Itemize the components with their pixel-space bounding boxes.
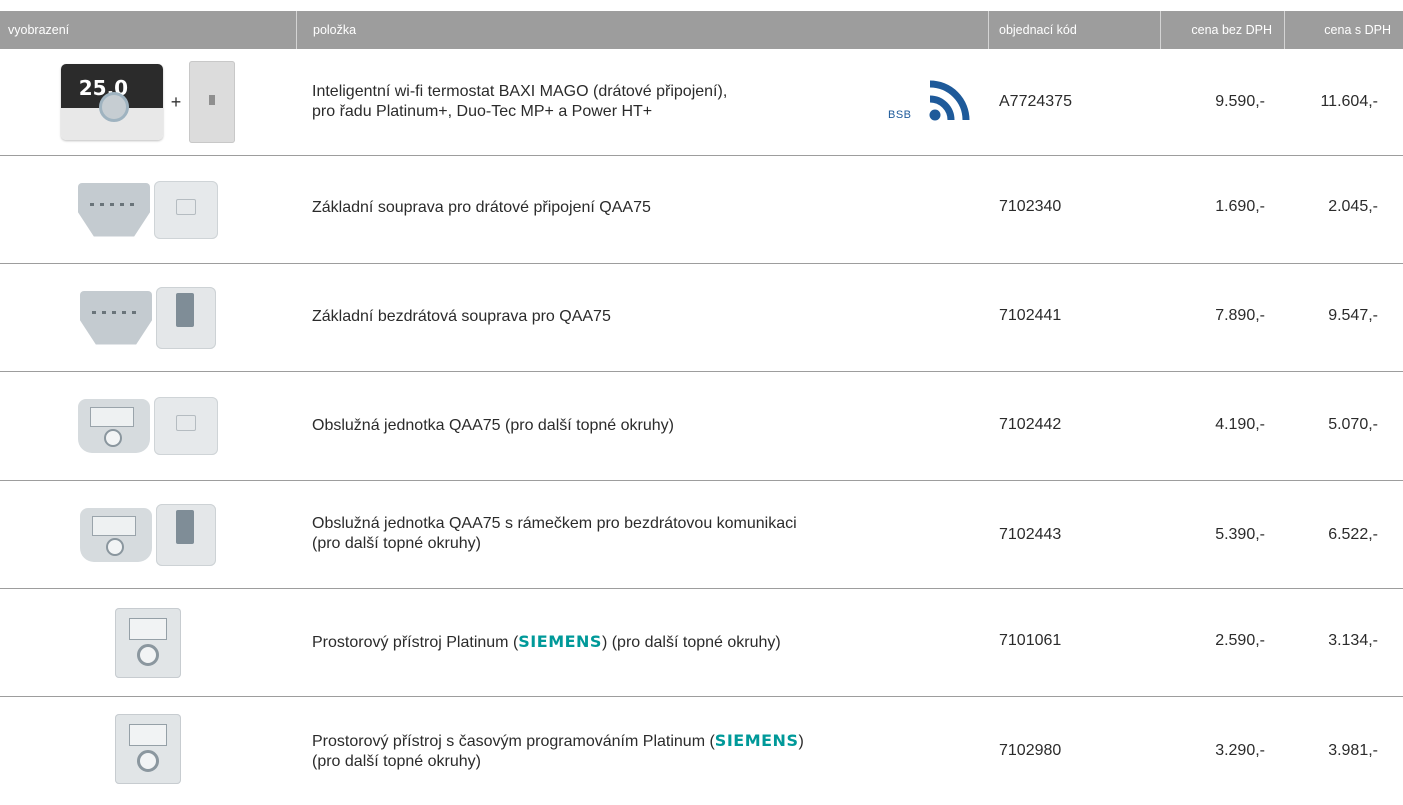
price-gross: 3.134,- (1328, 632, 1378, 649)
item-description: Obslužná jednotka QAA75 s rámečkem pro b… (312, 515, 797, 552)
control-unit-image (78, 399, 150, 453)
product-image (0, 156, 296, 263)
price-net: 7.890,- (1215, 307, 1265, 324)
wired-base-image (80, 290, 152, 345)
order-code: 7101061 (999, 632, 1062, 649)
price-gross: 11.604,- (1320, 93, 1378, 110)
table-row: Prostorový přístroj s časovým programová… (0, 697, 1403, 805)
siemens-logo: SIEMENS (714, 731, 799, 750)
siemens-logo: SIEMENS (518, 632, 602, 651)
plus-sign: + (170, 91, 182, 112)
table-row: Obslužná jednotka QAA75 (pro další topné… (0, 372, 1403, 480)
wired-base-image (78, 182, 150, 237)
order-code: 7102980 (999, 742, 1062, 759)
price-net: 3.290,- (1215, 742, 1265, 759)
item-description: Obslužná jednotka QAA75 (pro další topné… (312, 417, 674, 434)
price-net: 9.590,- (1215, 93, 1265, 110)
column-header-item: položka (296, 11, 988, 49)
price-gross: 2.045,- (1328, 198, 1378, 215)
bsb-label: BSB (888, 109, 912, 121)
product-image (0, 589, 296, 696)
table-row: Prostorový přístroj Platinum (SIEMENS) (… (0, 589, 1403, 696)
wall-plate-image (154, 180, 218, 239)
column-header-image: vyobrazení (8, 23, 70, 37)
column-header-code: objednací kód (988, 11, 1160, 49)
order-code: A7724375 (999, 93, 1072, 110)
item-description: Základní souprava pro drátové připojení … (312, 199, 651, 216)
table-row: Základní souprava pro drátové připojení … (0, 156, 1403, 263)
price-net: 1.690,- (1215, 198, 1265, 215)
control-unit-image (80, 507, 152, 562)
product-image: 25.0 + (0, 49, 296, 155)
order-code: 7102442 (999, 416, 1062, 433)
thermostat-image: 25.0 (60, 64, 163, 140)
price-net: 5.390,- (1215, 526, 1265, 543)
radio-module-image (156, 286, 216, 349)
order-code: 7102443 (999, 526, 1062, 543)
order-code: 7102340 (999, 198, 1062, 215)
room-unit-image (115, 607, 181, 678)
wall-plate-image (154, 397, 218, 455)
wifi-icon (929, 80, 970, 121)
item-description: Prostorový přístroj s časovým programová… (312, 731, 804, 770)
price-gross: 9.547,- (1328, 307, 1378, 324)
column-header-price-net: cena bez DPH (1160, 11, 1284, 49)
table-row: Obslužná jednotka QAA75 s rámečkem pro b… (0, 481, 1403, 588)
price-net: 4.190,- (1215, 416, 1265, 433)
product-image (0, 264, 296, 371)
room-unit-image (115, 714, 181, 784)
product-image (0, 372, 296, 480)
price-net: 2.590,- (1215, 632, 1265, 649)
product-image (0, 481, 296, 588)
item-description: Prostorový přístroj Platinum (SIEMENS) (… (312, 632, 781, 651)
table-row: Základní bezdrátová souprava pro QAA75 7… (0, 264, 1403, 371)
table-row: 25.0 + Inteligentní wi-fi termostat BAXI… (0, 49, 1403, 155)
price-gross: 3.981,- (1328, 742, 1378, 759)
price-gross: 5.070,- (1328, 416, 1378, 433)
column-header-price-gross: cena s DPH (1284, 11, 1403, 49)
gateway-box-image (189, 61, 236, 143)
table-header: vyobrazení položka objednací kód cena be… (0, 11, 1403, 49)
radio-module-image (156, 503, 216, 566)
price-gross: 6.522,- (1328, 526, 1378, 543)
item-description: Základní bezdrátová souprava pro QAA75 (312, 308, 611, 325)
product-image (0, 697, 296, 801)
order-code: 7102441 (999, 307, 1062, 324)
item-description: Inteligentní wi-fi termostat BAXI MAGO (… (312, 83, 728, 120)
